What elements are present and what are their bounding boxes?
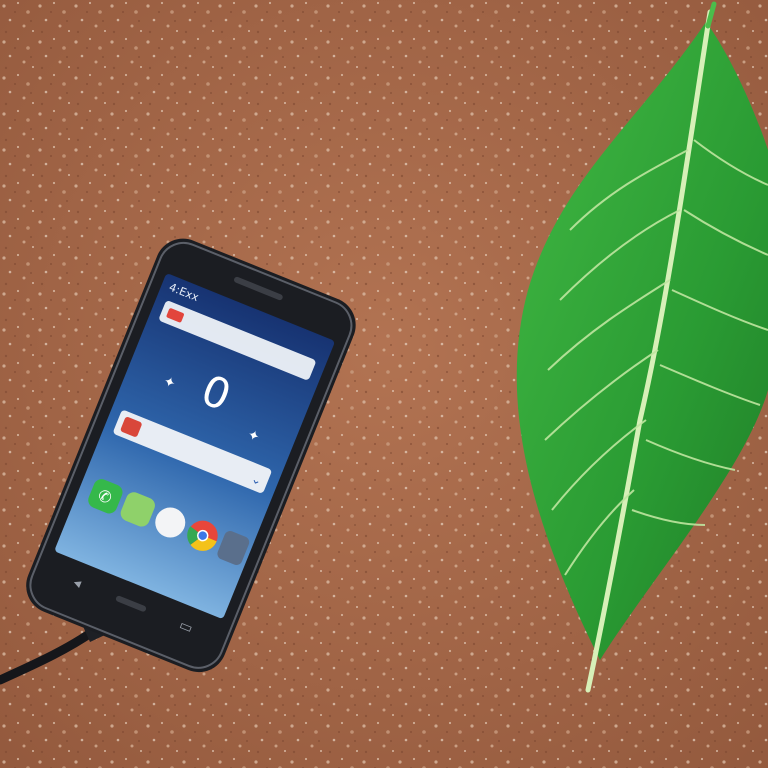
- scene: 4:Exx 0 ✦ ✦ ⌄ ✆ ◂ ▭: [0, 0, 768, 768]
